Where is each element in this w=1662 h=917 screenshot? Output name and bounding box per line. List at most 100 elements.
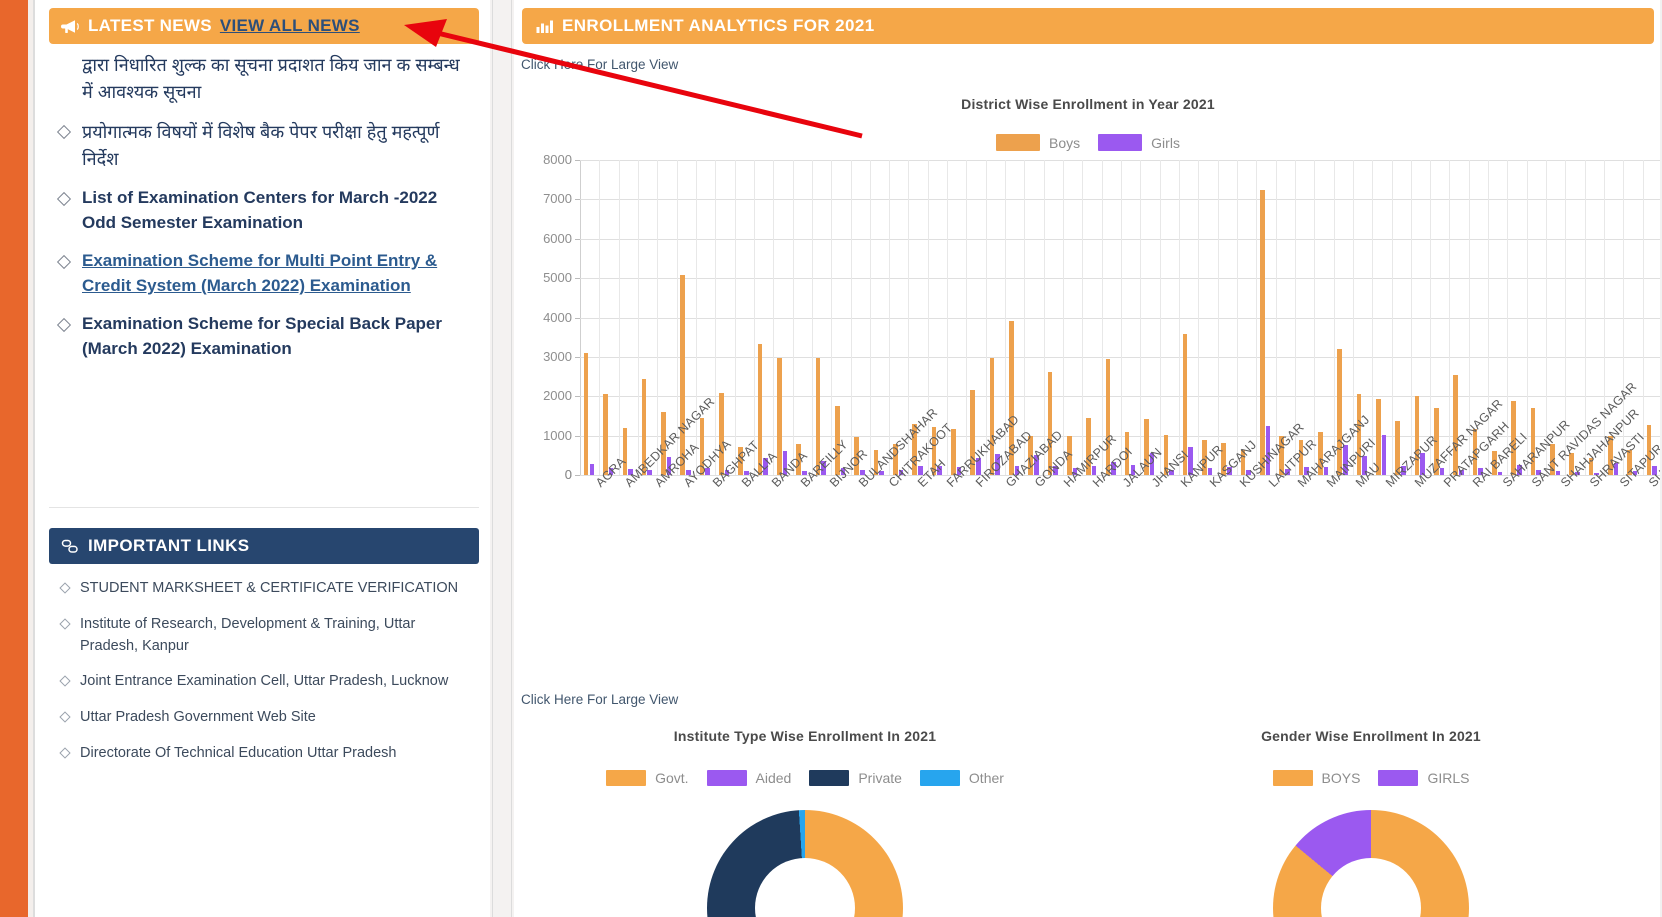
x-gridline [753,160,755,475]
institute-type-chart-title: Institute Type Wise Enrollment In 2021 [673,728,937,744]
y-axis-tick-label: 7000 [543,191,572,207]
y-axis-tick-mark [575,396,580,398]
megaphone-icon [61,19,79,33]
bar-boys[interactable] [583,353,589,475]
y-axis-tick-label: 3000 [543,348,572,364]
news-list-item[interactable]: Examination Scheme for Multi Point Entry… [49,249,479,299]
legend-entry-boys-donut[interactable]: BOYS [1272,770,1360,786]
y-axis-tick-label: 2000 [543,388,572,404]
link-item-label[interactable]: Institute of Research, Development & Tra… [80,614,470,658]
y-axis-tick-mark [575,199,580,201]
legend-entry-govt[interactable]: Govt. [606,770,689,786]
x-gridline [1198,160,1200,475]
legend-entry-girls[interactable]: Girls [1098,134,1180,151]
bar-boys[interactable] [1105,359,1111,475]
x-gridline [1449,160,1451,475]
link-list-item[interactable]: Uttar Pradesh Government Web Site [49,707,479,729]
legend-entry-aided[interactable]: Aided [706,770,791,786]
legend-entry-other[interactable]: Other [919,770,1004,786]
x-gridline [1275,160,1277,475]
legend-swatch-boys [996,134,1041,151]
link-item-label[interactable]: STUDENT MARKSHEET & CERTIFICATE VERIFICA… [80,578,470,600]
x-gridline [1217,160,1219,475]
x-gridline [1526,160,1528,475]
x-gridline [1642,160,1644,475]
x-gridline [1043,160,1045,475]
x-gridline [1159,160,1161,475]
news-list-item[interactable]: Examination Scheme for Special Back Pape… [49,312,479,362]
important-links-list: STUDENT MARKSHEET & CERTIFICATE VERIFICA… [49,578,479,765]
bar-boys[interactable] [680,274,686,475]
large-view-link-bottom[interactable]: Click Here For Large View [521,692,678,707]
x-gridline [1546,160,1548,475]
legend-swatch-private [809,770,850,786]
link-list-item[interactable]: STUDENT MARKSHEET & CERTIFICATE VERIFICA… [49,578,479,600]
bar-boys[interactable] [1260,189,1265,475]
legend-label-boys: Boys [1049,134,1081,151]
x-gridline [734,160,736,475]
institute-type-chart: Institute Type Wise Enrollment In 2021 G… [522,728,1088,917]
analytics-header: ENROLLMENT ANALYTICS FOR 2021 [522,8,1654,44]
link-list-item[interactable]: Institute of Research, Development & Tra… [49,614,479,658]
view-all-news-link[interactable]: VIEW ALL NEWS [220,16,360,36]
legend-label-girls: Girls [1151,134,1180,151]
gender-wise-chart: Gender Wise Enrollment In 2021 BOYS GIRL… [1088,728,1654,917]
link-item-label[interactable]: Joint Entrance Examination Cell, Uttar P… [80,671,470,693]
y-axis-tick-label: 5000 [543,270,572,286]
bar-boys[interactable] [1453,375,1458,475]
column-gap-border [511,0,512,917]
x-gridline [811,160,813,475]
x-gridline [1604,160,1606,475]
x-gridline [1101,160,1103,475]
bar-boys[interactable] [719,393,724,475]
y-axis-tick-label: 8000 [543,152,572,167]
bar-boys[interactable] [989,357,995,475]
latest-news-header: LATEST NEWS VIEW ALL NEWS [49,8,479,44]
district-bar-chart-plot: 0 1000 2000 3000 4000 5000 6000 7000 8000 AGRA AMB… [543,152,1662,490]
x-gridline [1121,160,1122,475]
gender-donut-wrap [1088,810,1654,917]
x-gridline [1256,160,1258,475]
page-root: LATEST NEWS VIEW ALL NEWS द्वारा निधारित… [0,0,1662,917]
x-gridline [695,160,697,475]
y-axis-tick-mark [575,278,580,280]
x-gridline [637,160,639,475]
legend-swatch-girls-donut [1378,770,1419,786]
link-item-label[interactable]: Directorate Of Technical Education Uttar… [80,743,470,765]
news-list-item[interactable]: प्रयोगात्मक विषयों में विशेष बैक पेपर पर… [49,119,479,173]
news-list-item[interactable]: द्वारा निधारित शुल्क का सूचना प्रदाशत कि… [49,52,479,106]
bar-boys[interactable] [603,393,608,475]
gender-chart-title: Gender Wise Enrollment In 2021 [1261,728,1481,744]
y-axis-tick-label: 0 [564,467,572,482]
x-gridline [850,160,852,475]
link-list-item[interactable]: Directorate Of Technical Education Uttar… [49,743,479,765]
legend-swatch-aided [706,770,747,786]
link-list-item[interactable]: Joint Entrance Examination Cell, Uttar P… [49,671,479,693]
x-gridline [1488,160,1490,475]
news-item-label: द्वारा निधारित शुल्क का सूचना प्रदाशत कि… [82,55,460,102]
district-chart-legend: Boys Girls [514,134,1662,151]
latest-news-panel: LATEST NEWS VIEW ALL NEWS द्वारा निधारित… [49,8,479,508]
y-axis-tick-mark [575,475,580,476]
x-gridline [773,160,775,475]
news-item-label: प्रयोगात्मक विषयों में विशेष बैक पेपर पर… [82,122,440,169]
news-list-item[interactable]: List of Examination Centers for March -2… [49,186,479,236]
institute-type-legend: Govt. Aided Private Other [522,770,1088,786]
diamond-bullet-icon [59,675,71,687]
analytics-panel: ENROLLMENT ANALYTICS FOR 2021 Click Here… [514,0,1662,917]
news-item-link[interactable]: Examination Scheme for Multi Point Entry… [82,249,464,299]
bar-girls[interactable] [1497,471,1503,475]
x-gridline [869,160,871,475]
legend-entry-private[interactable]: Private [809,770,902,786]
y-axis-tick-label: 4000 [543,309,572,325]
large-view-link-top[interactable]: Click Here For Large View [521,57,678,72]
bar-girls[interactable] [589,463,595,475]
legend-swatch-govt [606,770,647,786]
x-gridline [792,160,794,475]
link-item-label[interactable]: Uttar Pradesh Government Web Site [80,707,470,729]
legend-entry-boys[interactable]: Boys [996,134,1080,151]
x-gridline [831,160,833,475]
legend-label-govt: Govt. [655,770,689,786]
legend-entry-girls-donut[interactable]: GIRLS [1378,770,1469,786]
legend-swatch-girls [1098,134,1143,151]
